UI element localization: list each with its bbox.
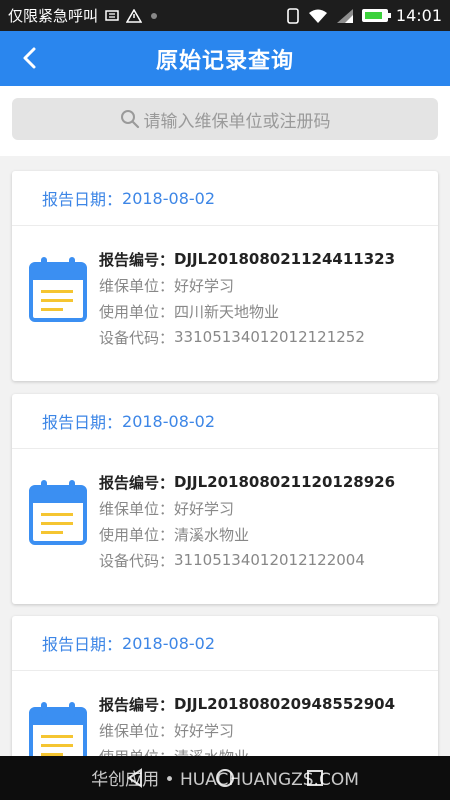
calendar-icon (29, 702, 87, 756)
report-number-label: 报告编号： (99, 695, 175, 714)
record-details: 报告编号： DJJL20180802112441132​3 维保单位： 好好学习 使… (12, 226, 438, 381)
signal-dot-icon (151, 12, 158, 19)
record-date-row: 报告日期： 2018-08-02 (12, 171, 438, 226)
maintenance-unit-label: 维保单位： (99, 276, 175, 295)
warning-icon (126, 8, 143, 23)
record-date: 2018-08-02 (122, 633, 215, 653)
record-card[interactable]: 报告日期： 2018-08-02 报告编号： DJJL20180802094855… (12, 616, 438, 756)
user-unit: 四川新天地物业 (174, 302, 280, 321)
date-label: 报告日期： (42, 413, 123, 432)
square-recents-icon (307, 770, 323, 786)
maintenance-unit-label: 维保单位： (99, 721, 175, 740)
nav-back-button[interactable] (120, 763, 150, 793)
record-card[interactable]: 报告日期： 2018-08-02 报告编号： DJJL20180802112441… (12, 171, 438, 381)
calendar-icon (29, 257, 87, 322)
carrier-text: 仅限紧急呼叫 (8, 7, 99, 25)
maintenance-unit-row: 维保单位： 好好学习 (99, 495, 395, 521)
report-number-label: 报告编号： (99, 250, 175, 269)
user-unit-row: 使用单位： 四川新天地物业 (99, 298, 395, 324)
report-number-row: 报告编号： DJJL20180802112441132​3 (99, 246, 395, 272)
maintenance-unit-label: 维保单位： (99, 499, 175, 518)
user-unit: 清溪水物业 (174, 525, 250, 544)
record-list: 报告日期： 2018-08-02 报告编号： DJJL20180802112441… (0, 156, 450, 756)
maintenance-unit-row: 维保单位： 好好学习 (99, 272, 395, 298)
user-unit-label: 使用单位： (99, 302, 175, 321)
device-code-label: 设备代码： (99, 551, 175, 570)
nav-recents-button[interactable] (300, 763, 330, 793)
battery-icon (361, 9, 391, 22)
nfc-icon (287, 7, 299, 24)
record-date-row: 报告日期： 2018-08-02 (12, 616, 438, 671)
clock: 14:01 (395, 6, 442, 25)
report-number: DJJL20180802112012892​6 (174, 473, 396, 491)
back-button[interactable] (14, 43, 44, 73)
record-card[interactable]: 报告日期： 2018-08-02 报告编号： DJJL20180802112012… (12, 394, 438, 604)
report-number-row: 报告编号： DJJL20180802094855290​4 (99, 691, 395, 717)
search-area: 请输入维保单位或注册码 (0, 86, 450, 156)
user-unit-row: 使用单位：清溪水物业 (99, 743, 395, 757)
date-label: 报告日期： (42, 190, 123, 209)
user-unit-row: 使用单位：清溪水物业 (99, 521, 395, 547)
wifi-icon (308, 9, 327, 23)
date-label: 报告日期： (42, 635, 123, 654)
status-bar: 仅限紧急呼叫 14:01 (0, 0, 450, 31)
device-code: 33105134012012121252 (174, 328, 365, 346)
search-placeholder: 请输入维保单位或注册码 (143, 111, 331, 132)
report-number: DJJL20180802094855290​4 (174, 695, 396, 713)
search-input[interactable]: 请输入维保单位或注册码 (12, 98, 438, 140)
device-code-row: 设备代码： 33105134012012121252 (99, 324, 395, 350)
device-code: 31105134012012122004 (174, 551, 365, 569)
triangle-back-icon (127, 768, 142, 788)
device-code-label: 设备代码： (99, 328, 175, 347)
cell-signal-icon (336, 8, 353, 23)
circle-home-icon (216, 769, 234, 787)
chevron-left-icon (23, 47, 36, 69)
report-number: DJJL20180802112441132​3 (174, 250, 396, 268)
report-number-label: 报告编号： (99, 473, 175, 492)
notification-icon (105, 9, 119, 21)
record-date: 2018-08-02 (122, 188, 215, 208)
user-unit-label: 使用单位： (99, 746, 174, 757)
maintenance-unit-row: 维保单位： 好好学习 (99, 717, 395, 743)
maintenance-unit: 好好学习 (174, 721, 235, 740)
nav-home-button[interactable] (210, 763, 240, 793)
record-date-row: 报告日期： 2018-08-02 (12, 394, 438, 449)
user-unit-label: 使用单位： (99, 525, 175, 544)
maintenance-unit: 好好学习 (174, 276, 235, 295)
report-number-row: 报告编号： DJJL20180802112012892​6 (99, 469, 395, 495)
user-unit: 清溪水物业 (174, 746, 249, 757)
device-code-row: 设备代码： 31105134012012122004 (99, 547, 395, 573)
record-details: 报告编号： DJJL20180802112012892​6 维保单位： 好好学习 使… (12, 449, 438, 604)
record-date: 2018-08-02 (122, 411, 215, 431)
header: 原始记录查询 (0, 31, 450, 86)
maintenance-unit: 好好学习 (174, 499, 235, 518)
navigation-bar (0, 756, 450, 800)
calendar-icon (29, 480, 87, 545)
record-details: 报告编号：DJJL20180802094855290​4 维保单位：好好学习 使… (12, 671, 438, 756)
search-icon (120, 110, 139, 129)
page-title: 原始记录查询 (155, 48, 294, 74)
